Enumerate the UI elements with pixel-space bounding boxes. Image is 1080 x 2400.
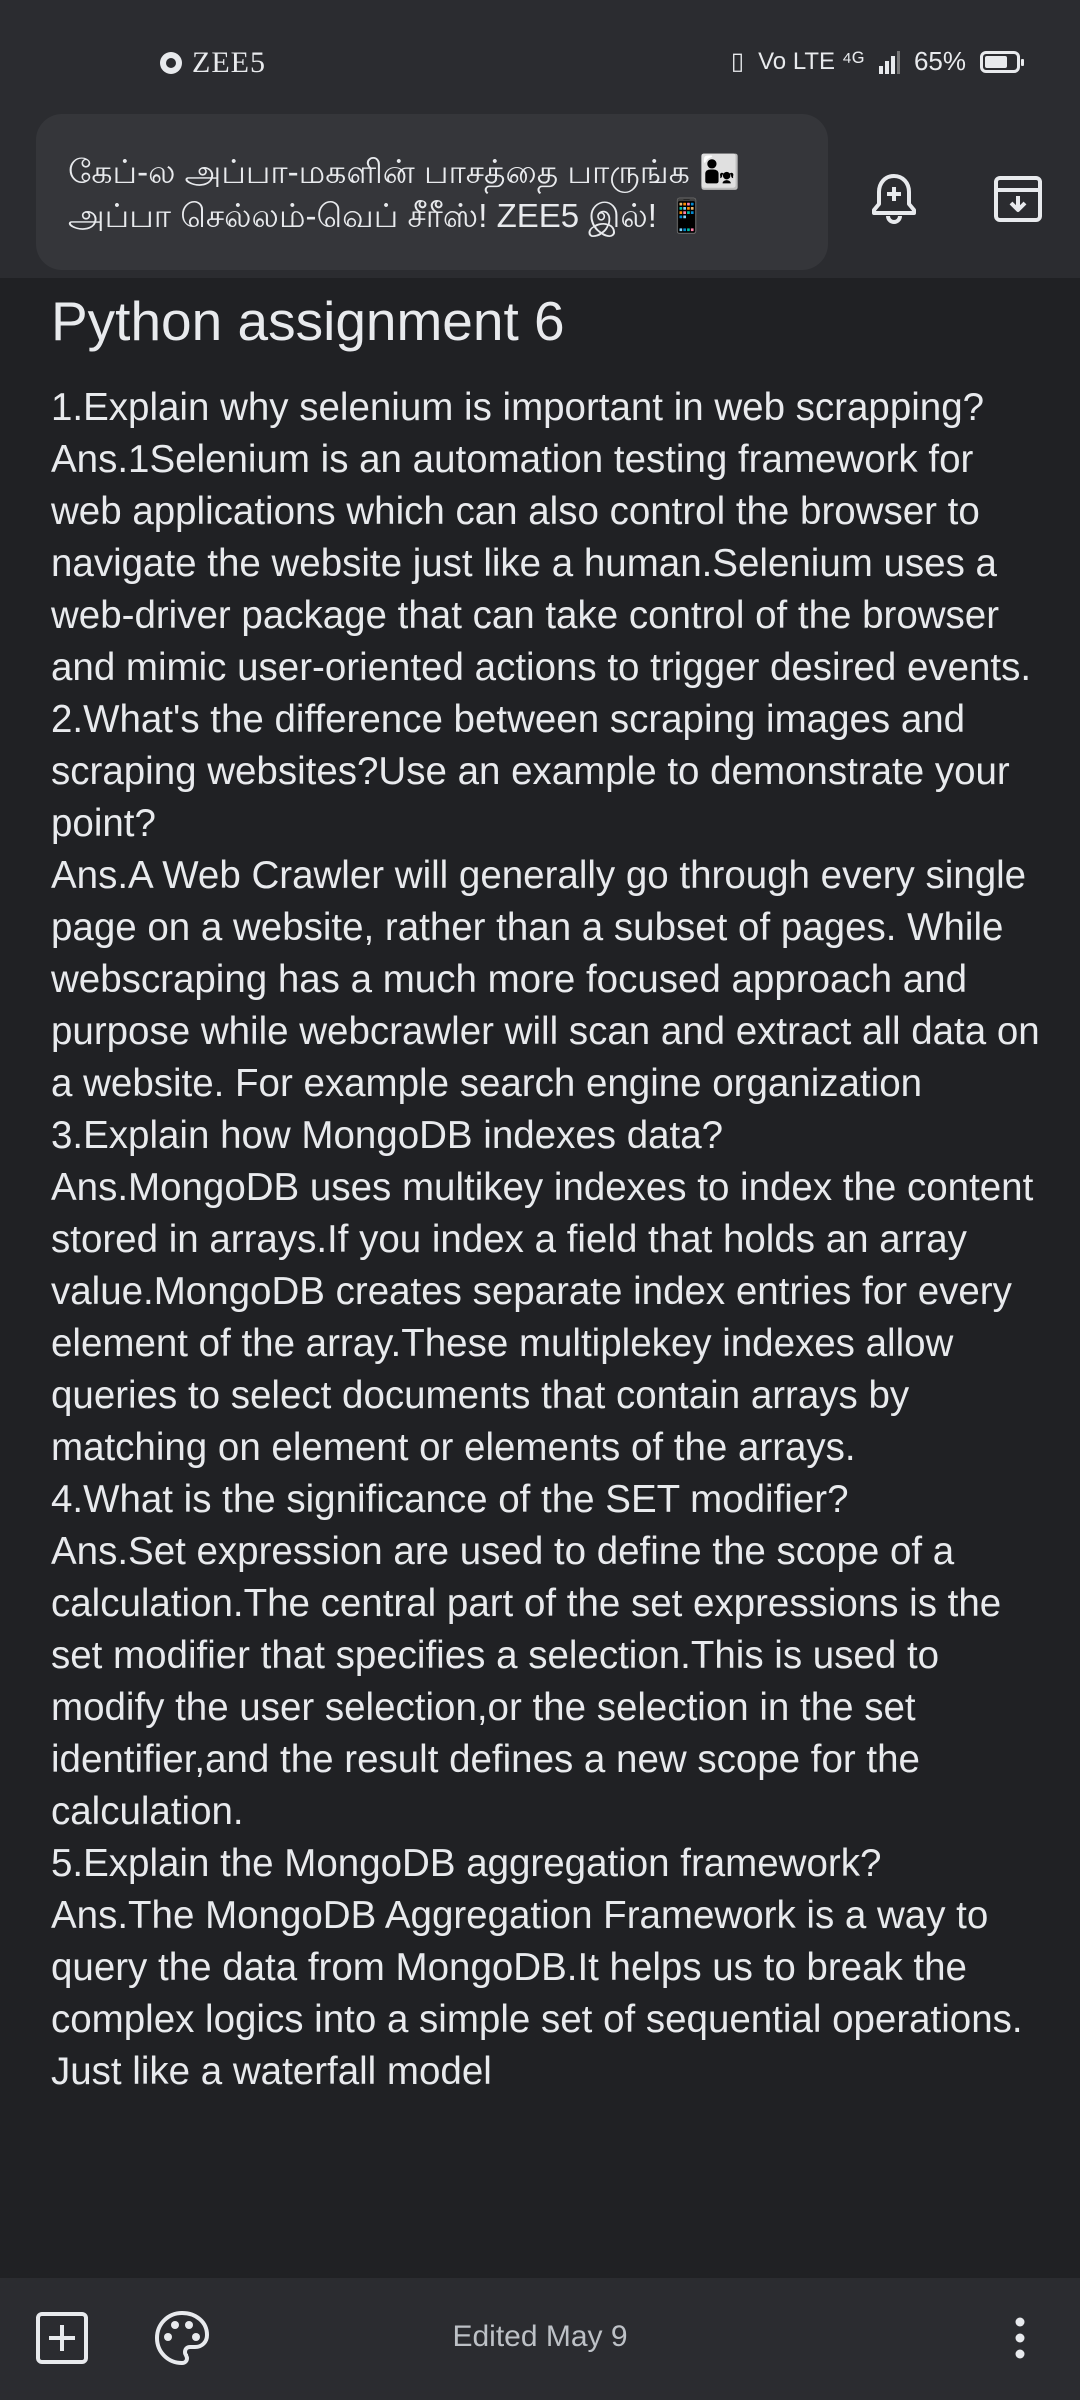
more-vert-icon <box>1015 2317 1025 2359</box>
status-left: ZEE5 <box>160 46 266 80</box>
note-editor[interactable]: Python assignment 6 1.Explain why seleni… <box>0 278 1080 2278</box>
vibrate-icon: ▯ <box>730 48 745 75</box>
archive-button[interactable] <box>986 166 1050 230</box>
status-right: ▯ Vo LTE ⁴ᴳ 65% <box>730 46 1024 77</box>
battery-icon <box>980 50 1024 73</box>
notification-app-name: ZEE5 <box>192 46 266 79</box>
note-header: கேப்-ல அப்பா-மகளின் பாசத்தை பாருங்க 👨‍👧 … <box>0 110 1080 278</box>
status-bar: ZEE5 ▯ Vo LTE ⁴ᴳ 65% <box>0 0 1080 110</box>
notification-line-2: அப்பா செல்லம்-வெப் சீரீஸ்! ZEE5 இல்! 📱 <box>68 197 708 234</box>
bell-plus-icon <box>872 174 916 224</box>
notification-line-1: கேப்-ல அப்பா-மகளின் பாசத்தை பாருங்க 👨‍👧 <box>68 153 741 190</box>
note-body[interactable]: 1.Explain why selenium is important in w… <box>51 382 1051 2098</box>
notification-card[interactable]: கேப்-ல அப்பா-மகளின் பாசத்தை பாருங்க 👨‍👧 … <box>36 114 828 270</box>
edited-timestamp: Edited May 9 <box>452 2320 628 2353</box>
note-title[interactable]: Python assignment 6 <box>51 288 565 354</box>
reminder-button[interactable] <box>862 166 926 230</box>
signal-bars-icon <box>878 50 900 74</box>
battery-percent: 65% <box>913 46 966 76</box>
archive-icon <box>994 176 1042 222</box>
notification-dot-icon <box>160 52 182 74</box>
more-options-button[interactable] <box>990 2308 1050 2368</box>
signal-text: Vo LTE ⁴ᴳ <box>758 47 864 75</box>
bottom-toolbar: Edited May 9 <box>0 2278 1080 2400</box>
